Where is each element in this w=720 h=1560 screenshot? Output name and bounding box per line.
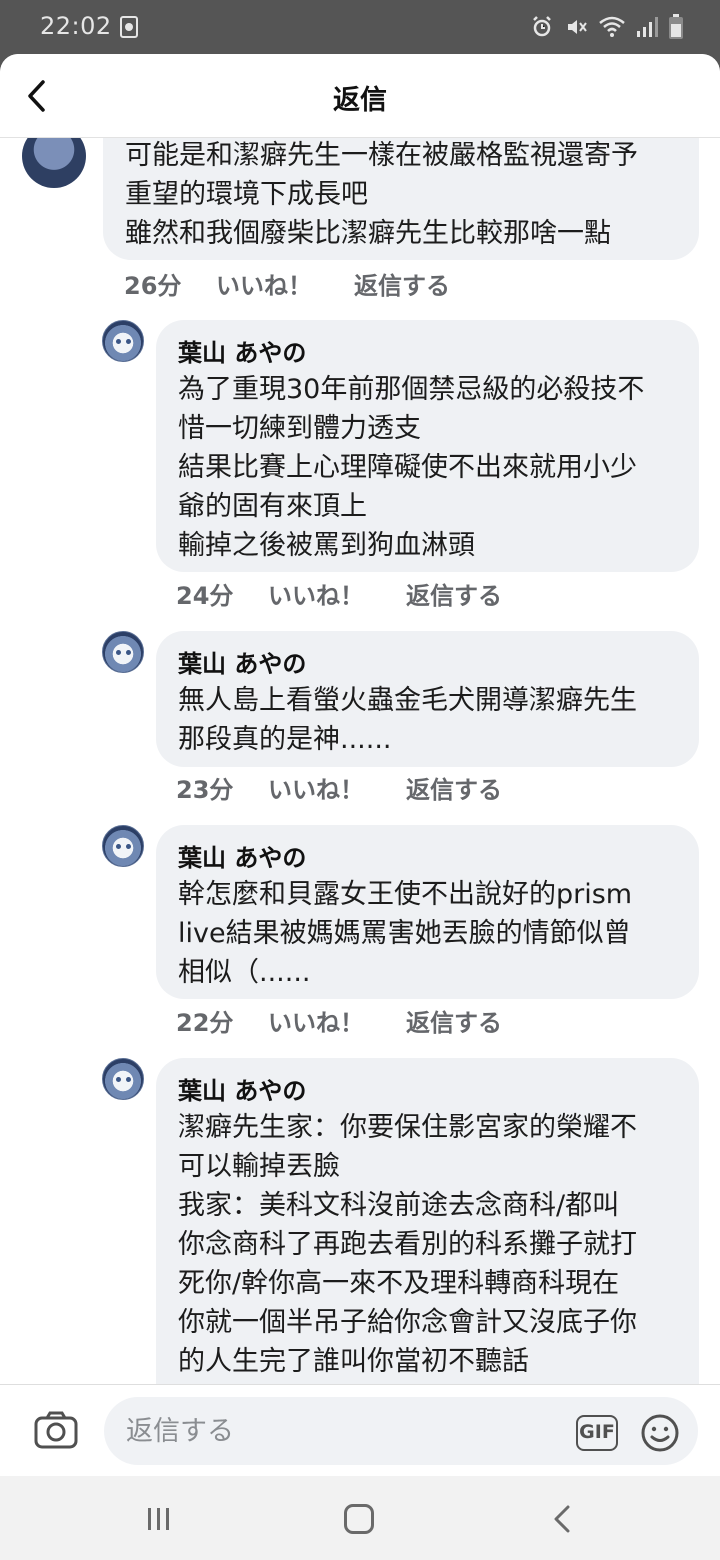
like-button[interactable]: いいね！ (268, 1003, 406, 1038)
comment-meta: 24分 いいね！ 返信する (176, 576, 502, 611)
recents-icon[interactable] (146, 1506, 172, 1532)
status-bar: 22:02 (0, 0, 720, 54)
system-nav-bar (0, 1476, 720, 1560)
comment-author[interactable]: 葉山 あやの (178, 336, 677, 370)
avatar[interactable] (102, 825, 144, 867)
emoji-icon[interactable] (640, 1413, 680, 1453)
avatar[interactable] (102, 631, 144, 673)
reply-button[interactable]: 返信する (406, 1003, 502, 1038)
battery-icon (668, 14, 684, 44)
comment-time: 26分 (124, 272, 182, 300)
comment-text: 可能是和潔癖先生一樣在被嚴格監視還寄予 重望的環境下成長吧 雖然和我個廢柴比潔癖… (125, 140, 638, 249)
nav-back-icon[interactable] (550, 1504, 574, 1534)
reply-composer: GIF (0, 1384, 720, 1476)
comment-author[interactable]: 葉山 あやの (178, 841, 677, 875)
comment-bubble: 葉山 あやの 無人島上看螢火蟲金毛犬開導潔癖先生 那段真的是神...... (156, 631, 699, 767)
gif-icon[interactable]: GIF (576, 1415, 618, 1451)
comment-bubble: 葉山 あやの 為了重現30年前那個禁忌級的必殺技不 惜一切練到體力透支 結果比賽… (156, 320, 699, 572)
comment-time: 24分 (176, 582, 234, 610)
mute-icon (564, 15, 588, 43)
alarm-icon (530, 15, 554, 43)
avatar[interactable] (102, 1058, 144, 1100)
comment-bubble: 葉山 あやの 潔癖先生家：你要保住影宮家的榮耀不 可以輸掉丟臉 我家：美科文科沒… (156, 1058, 699, 1418)
comment-text: 幹怎麼和貝露女王使不出說好的prism live結果被媽媽罵害她丟臉的情節似曾 … (178, 879, 633, 988)
comment-text: 為了重現30年前那個禁忌級的必殺技不 惜一切練到體力透支 結果比賽上心理障礙使不… (178, 374, 645, 561)
status-time: 22:02 (40, 12, 112, 40)
app-notification-icon (120, 16, 138, 38)
like-button[interactable]: いいね！ (268, 576, 406, 611)
header: 返信 (0, 54, 720, 138)
reply-sheet: 返信 可能是和潔癖先生一樣在被嚴格監視還寄予 重望的環境下成長吧 雖然和我個廢柴… (0, 54, 720, 1476)
comment-time: 22分 (176, 1009, 234, 1037)
comment-text: 潔癖先生家：你要保住影宮家的榮耀不 可以輸掉丟臉 我家：美科文科沒前途去念商科/… (178, 1112, 637, 1377)
avatar[interactable] (102, 320, 144, 362)
status-icons (530, 14, 684, 44)
like-button[interactable]: いいね！ (268, 770, 406, 805)
comment-author[interactable]: 葉山 あやの (178, 1074, 677, 1108)
comment-author[interactable]: 葉山 あやの (178, 647, 677, 681)
like-button[interactable]: いいね！ (216, 266, 354, 301)
comment-bubble: 葉山 あやの 幹怎麼和貝露女王使不出說好的prism live結果被媽媽罵害她丟… (156, 825, 699, 999)
comment-meta: 22分 いいね！ 返信する (176, 1003, 502, 1038)
camera-icon[interactable] (34, 1411, 78, 1449)
comment-thread[interactable]: 可能是和潔癖先生一樣在被嚴格監視還寄予 重望的環境下成長吧 雖然和我個廢柴比潔癖… (0, 54, 720, 1418)
reply-button[interactable]: 返信する (406, 576, 502, 611)
reply-button[interactable]: 返信する (406, 770, 502, 805)
page-title: 返信 (333, 85, 387, 116)
comment-meta: 23分 いいね！ 返信する (176, 770, 502, 805)
signal-icon (636, 15, 658, 43)
comment-meta: 26分 いいね！ 返信する (124, 266, 450, 301)
wifi-icon (598, 15, 626, 43)
comment-time: 23分 (176, 776, 234, 804)
reply-button[interactable]: 返信する (354, 266, 450, 301)
home-icon[interactable] (344, 1504, 374, 1534)
comment-text: 無人島上看螢火蟲金毛犬開導潔癖先生 那段真的是神...... (178, 685, 637, 755)
